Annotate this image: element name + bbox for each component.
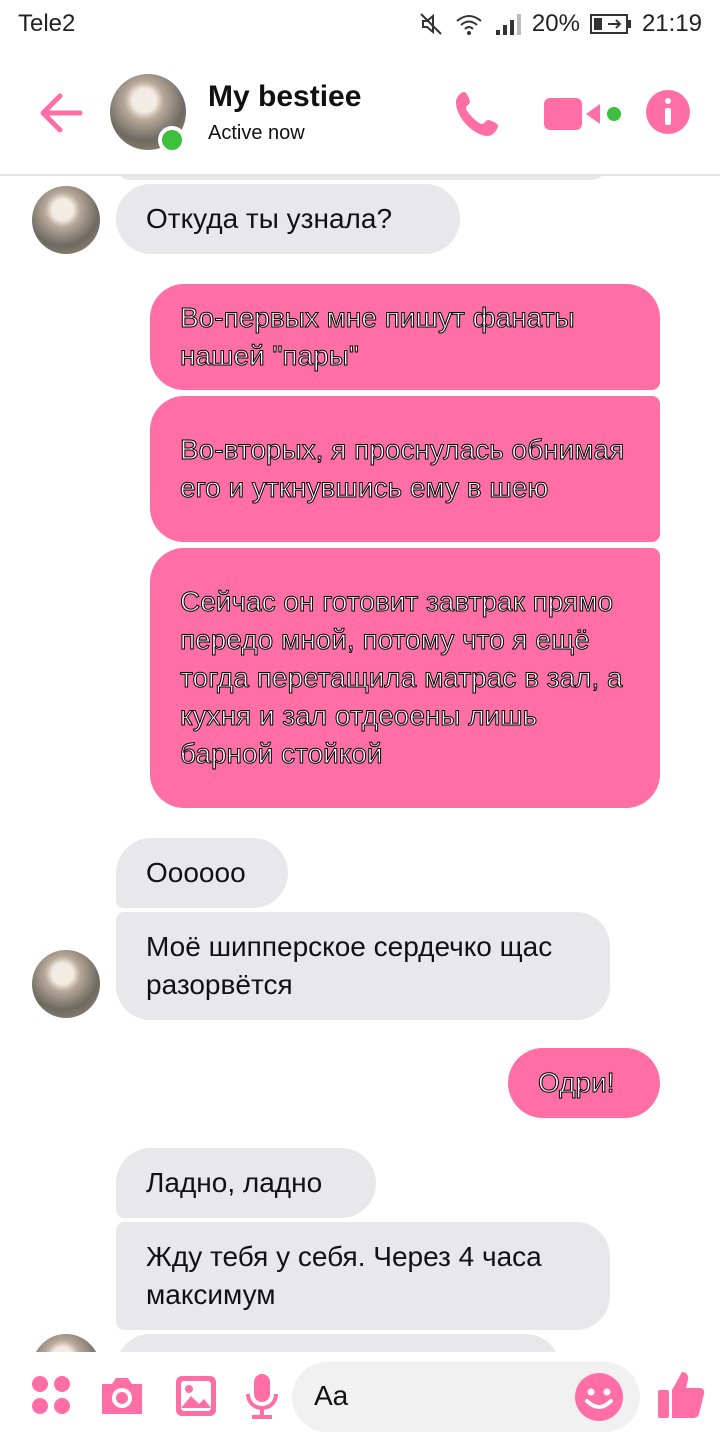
outgoing-message[interactable]: Во-вторых, я проснулась обнимая его и ут… bbox=[150, 396, 660, 542]
incoming-message[interactable]: Жду тебя у себя. Через 4 часа максимум bbox=[116, 1222, 610, 1330]
battery-percent: 20% bbox=[531, 10, 580, 37]
conversation-header: My bestiee Active now bbox=[0, 50, 720, 176]
gallery-icon[interactable] bbox=[174, 1374, 218, 1418]
battery-icon bbox=[589, 14, 631, 34]
incoming-message-partial bbox=[116, 1334, 560, 1352]
apps-icon[interactable] bbox=[30, 1374, 72, 1416]
wifi-icon bbox=[456, 15, 482, 35]
video-call-icon[interactable] bbox=[544, 94, 624, 134]
incoming-message[interactable]: Ладно, ладно bbox=[116, 1148, 376, 1218]
camera-icon[interactable] bbox=[98, 1374, 146, 1418]
status-bar: Tele2 20% 21:19 bbox=[0, 0, 720, 50]
incoming-message[interactable]: Откуда ты узнала? bbox=[116, 184, 460, 254]
message-composer: Aa bbox=[0, 1352, 720, 1440]
message-bubble-partial bbox=[116, 176, 606, 180]
mute-icon bbox=[420, 13, 442, 35]
thumbs-up-icon[interactable] bbox=[656, 1368, 706, 1420]
outgoing-message[interactable]: Во-первых мне пишут фанаты нашей "пары" bbox=[150, 284, 660, 390]
message-list: Откуда ты узнала? Во-первых мне пишут фа… bbox=[0, 176, 720, 1352]
outgoing-message[interactable]: Сейчас он готовит завтрак прямо передо м… bbox=[150, 548, 660, 808]
signal-icon bbox=[495, 14, 521, 35]
clock: 21:19 bbox=[641, 10, 702, 37]
emoji-icon[interactable] bbox=[574, 1372, 624, 1422]
phone-call-icon[interactable] bbox=[450, 86, 506, 142]
contact-avatar-small bbox=[32, 186, 100, 254]
microphone-icon[interactable] bbox=[244, 1372, 280, 1420]
contact-avatar-small bbox=[32, 950, 100, 1018]
online-status-indicator bbox=[158, 126, 186, 154]
incoming-message[interactable]: Оооооо bbox=[116, 838, 288, 908]
message-input[interactable]: Aa bbox=[292, 1362, 640, 1432]
incoming-message[interactable]: Моё шипперское сердечко щас разорвётся bbox=[116, 912, 610, 1020]
carrier-label: Tele2 bbox=[18, 10, 76, 37]
contact-name[interactable]: My bestiee bbox=[208, 80, 361, 114]
contact-active-status: Active now bbox=[208, 122, 305, 144]
outgoing-message[interactable]: Одри! bbox=[508, 1048, 660, 1118]
back-arrow-icon[interactable] bbox=[36, 88, 86, 138]
contact-avatar-small bbox=[32, 1334, 100, 1352]
info-icon[interactable] bbox=[646, 90, 690, 134]
message-input-placeholder: Aa bbox=[314, 1380, 349, 1411]
